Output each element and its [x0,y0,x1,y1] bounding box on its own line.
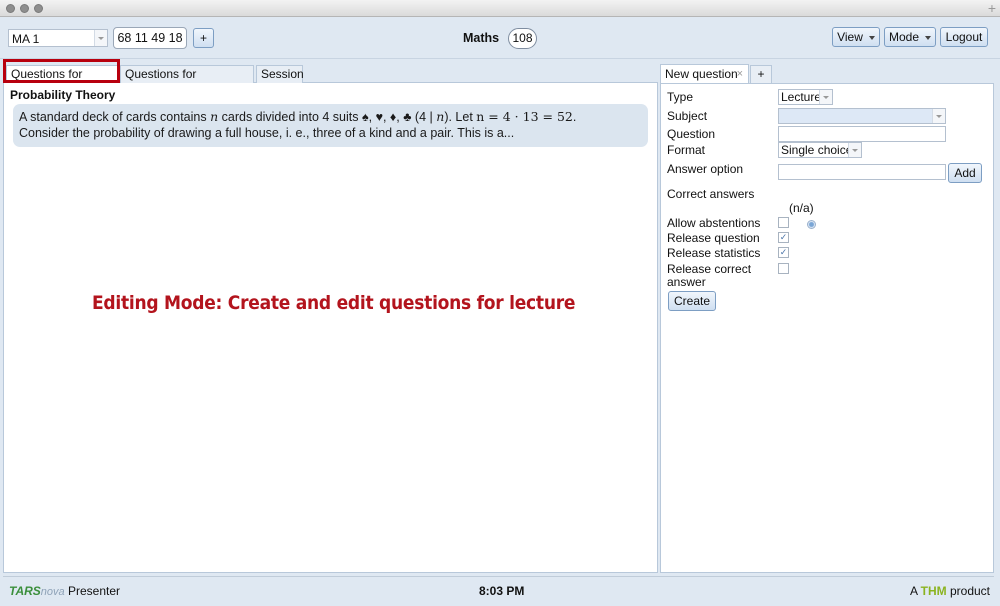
tab-new-question[interactable]: New question × [660,64,749,83]
question-label: Question [667,127,716,141]
tab-new-question-label: New question [665,67,738,81]
clock: 8:03 PM [479,584,525,598]
release-statistics-label: Release statistics [667,246,761,260]
chevron-down-icon[interactable] [848,143,861,157]
release-statistics-checkbox[interactable]: ✓ [778,247,789,258]
add-session-button[interactable]: + [193,28,214,48]
question-editor-panel: New question × + Type Lecture Subject Qu… [660,62,994,573]
course-title: Maths [463,31,500,45]
format-select-value: Single choice [781,143,853,157]
release-question-label: Release question [667,231,760,245]
question-card[interactable]: A standard deck of cards contains n card… [13,104,648,147]
allow-abstentions-checkbox[interactable] [778,217,789,228]
subject-label: Subject [667,109,708,123]
type-select-value: Lecture [781,90,822,104]
app-logo: TARSnova Presenter [9,584,120,598]
answer-option-label: Answer option [667,162,744,176]
brand-name: THM [920,584,947,598]
question-text-1a: A standard deck of cards contains [19,110,211,124]
session-key: 68 11 49 18 [113,27,187,49]
course-select[interactable]: MA 1 [8,29,108,47]
tab-session[interactable]: Session [256,65,304,83]
subject-heading: Probability Theory [10,88,116,102]
add-answer-button[interactable]: Add [948,163,982,183]
question-text-2: Consider the probability of drawing a fu… [19,126,515,140]
active-tab-highlight [3,59,120,83]
mode-menu-label: Mode [888,30,920,44]
course-select-value: MA 1 [12,32,40,46]
tab-questions-for-preparation[interactable]: Questions for preparation [120,65,254,97]
minimize-window-icon[interactable] [20,4,29,13]
release-correct-label: Release correct [667,262,752,276]
correct-answers-value: (n/a) [789,201,814,215]
logo-suffix: Presenter [64,584,120,598]
window-titlebar: + [0,0,1000,17]
question-text-1b: cards divided into 4 suits ♠, ♥, ♦, ♣ (4… [218,110,437,124]
subject-combo[interactable] [778,108,946,124]
brand-credit: A THM product [910,584,990,598]
release-correct-checkbox[interactable] [778,263,789,274]
create-button[interactable]: Create [668,291,716,311]
editing-mode-annotation: Editing Mode: Create and edit questions … [92,292,576,314]
brand-prefix: A [909,584,921,598]
top-toolbar: MA 1 68 11 49 18 + Maths 108 View Mode L… [0,17,1000,59]
allow-abstentions-label: Allow abstentions [667,216,761,230]
add-tab-button[interactable]: + [750,65,772,83]
chevron-down-icon[interactable] [94,30,107,46]
correct-answers-label: Correct answers [667,187,755,201]
type-label: Type [667,90,694,104]
question-form: Type Lecture Subject Question Format Sin… [660,83,994,573]
math-equation: n = 4 · 13 = 52 [476,109,573,124]
question-field[interactable] [778,126,946,142]
zoom-window-icon[interactable] [34,4,43,13]
release-correct-label-2: answer [667,275,706,289]
brand-suffix: product [946,584,990,598]
online-count-badge: 108 [508,28,537,49]
format-select[interactable]: Single choice [778,142,862,158]
release-question-checkbox[interactable]: ✓ [778,232,789,243]
question-text-1d: . [572,110,577,124]
type-select[interactable]: Lecture [778,89,833,105]
chevron-down-icon[interactable] [932,109,945,123]
view-menu-label: View [837,30,863,44]
question-list: Probability Theory A standard deck of ca… [3,83,658,573]
logout-button[interactable]: Logout [940,27,988,47]
mode-menu-button[interactable]: Mode [884,27,936,47]
close-window-icon[interactable] [6,4,15,13]
chevron-down-icon[interactable] [819,90,832,104]
close-icon[interactable]: × [737,65,743,83]
math-var-n: n [210,109,219,124]
logo-nova: nova [40,586,65,598]
status-bar: TARSnova Presenter 8:03 PM A THM product [3,576,994,603]
correct-answer-radio[interactable] [807,220,816,229]
question-list-panel: Questions for lecture Questions for prep… [3,59,658,573]
format-label: Format [667,143,706,157]
answer-option-field[interactable] [778,164,946,180]
question-text-1c: ). Let [444,110,477,124]
new-window-icon[interactable]: + [988,0,996,16]
question-tabs: Questions for lecture Questions for prep… [3,59,658,97]
logo-tars: TARS [9,584,41,598]
view-menu-button[interactable]: View [832,27,880,47]
